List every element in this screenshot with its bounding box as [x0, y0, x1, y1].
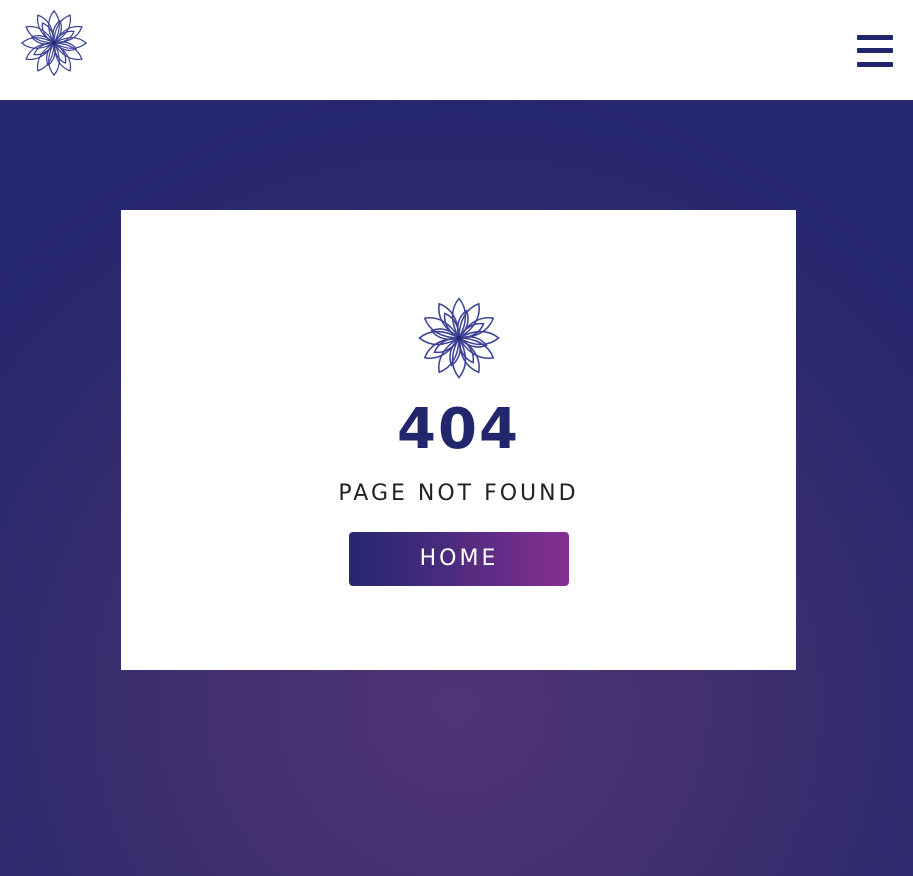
lotus-flower-icon — [416, 295, 502, 381]
site-header — [0, 0, 913, 100]
error-message: PAGE NOT FOUND — [338, 481, 579, 506]
lotus-svg — [418, 297, 500, 379]
error-card: 404 PAGE NOT FOUND HOME — [121, 210, 796, 670]
lotus-svg — [20, 9, 88, 77]
hero-background: 404 PAGE NOT FOUND HOME — [0, 100, 913, 876]
home-button[interactable]: HOME — [349, 532, 569, 586]
menu-bar-bottom — [857, 62, 893, 67]
menu-bar-middle — [857, 48, 893, 53]
error-code: 404 — [397, 397, 520, 462]
menu-bar-top — [857, 35, 893, 40]
lotus-logo-icon[interactable] — [18, 8, 90, 78]
hamburger-menu-icon[interactable] — [857, 35, 893, 67]
